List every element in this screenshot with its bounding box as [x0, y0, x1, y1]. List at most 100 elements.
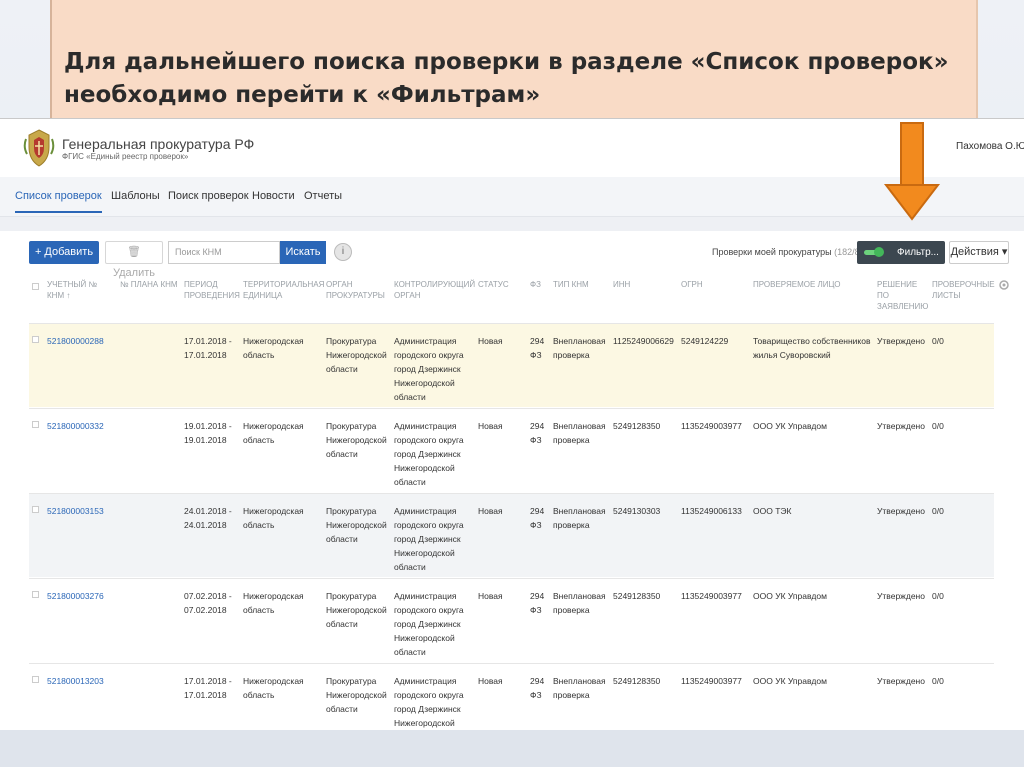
app-screenshot: Генеральная прокуратура РФ ФГИС «Единый …: [0, 118, 1024, 730]
my-checks-text: Проверки моей прокуратуры: [712, 247, 832, 257]
col-header-inn[interactable]: ИНН: [613, 279, 663, 290]
col-header-num[interactable]: Учетный № КНМ ↑: [47, 279, 107, 301]
col-header-status[interactable]: Статус: [478, 279, 518, 290]
cell-period: 07.02.2018 - 07.02.2018: [184, 591, 232, 615]
nav-tab-news[interactable]: Новости: [252, 190, 295, 202]
chevron-down-icon: ▾: [1001, 246, 1008, 258]
gear-icon[interactable]: [998, 279, 1010, 291]
cell-decision: Утверждено: [877, 421, 925, 431]
col-header-fz[interactable]: ФЗ: [530, 279, 550, 290]
table-row[interactable]: 521800000332 19.01.2018 - 19.01.2018 Ниж…: [29, 408, 994, 492]
table-header: Учетный № КНМ ↑ № плана КНМ Период прове…: [29, 279, 995, 321]
add-button[interactable]: + Добавить: [29, 241, 99, 264]
cell-control: Администрация городского округа город Дз…: [394, 506, 464, 572]
user-menu[interactable]: Пахомова О.Ю. ▾: [956, 141, 1024, 152]
nav-tab-reports[interactable]: Отчеты: [304, 190, 342, 202]
cell-person: Товарищество собственников жилья Суворов…: [753, 336, 871, 360]
org-subtitle: ФГИС «Единый реестр проверок»: [62, 152, 189, 161]
cell-control: Администрация городского округа город Дз…: [394, 591, 464, 657]
table-row[interactable]: 521800003276 07.02.2018 - 07.02.2018 Ниж…: [29, 578, 994, 662]
knm-number-link[interactable]: 521800003276: [47, 589, 104, 603]
cell-fz: 294 ФЗ: [530, 421, 545, 445]
cell-prosecutor: Прокуратура Нижегородской области: [326, 336, 387, 374]
cell-fz: 294 ФЗ: [530, 591, 545, 615]
filter-button[interactable]: Фильтр...: [891, 241, 945, 264]
cell-period: 19.01.2018 - 19.01.2018: [184, 421, 232, 445]
col-header-person[interactable]: Проверяемое лицо: [753, 279, 863, 290]
cell-type: Внеплановая проверка: [553, 336, 606, 360]
nav-tab-search[interactable]: Поиск проверок: [168, 190, 249, 202]
cell-prosecutor: Прокуратура Нижегородской области: [326, 591, 387, 629]
nav-tab-check-list[interactable]: Список проверок: [15, 190, 102, 213]
cell-control: Администрация городского округа город Дз…: [394, 421, 464, 487]
cell-sheets: 0/0: [932, 506, 944, 516]
row-checkbox[interactable]: [32, 506, 39, 513]
col-header-plan[interactable]: № плана КНМ: [120, 279, 180, 290]
cell-status: Новая: [478, 336, 503, 346]
cell-decision: Утверждено: [877, 591, 925, 601]
instruction-line-1: Для дальнейшего поиска проверки в раздел…: [64, 49, 949, 75]
col-header-ogrn[interactable]: ОГРН: [681, 279, 731, 290]
cell-inn: 5249130303: [613, 506, 661, 516]
cell-prosecutor: Прокуратура Нижегородской области: [326, 421, 387, 459]
cell-period: 24.01.2018 - 24.01.2018: [184, 506, 232, 530]
cell-person: ООО УК Управдом: [753, 591, 827, 601]
knm-number-link[interactable]: 521800000332: [47, 419, 104, 433]
cell-type: Внеплановая проверка: [553, 506, 606, 530]
instruction-text: Для дальнейшего поиска проверки в раздел…: [64, 46, 964, 112]
org-title: Генеральная прокуратура РФ: [62, 136, 255, 152]
my-checks-toggle[interactable]: [857, 241, 891, 264]
cell-type: Внеплановая проверка: [553, 421, 606, 445]
app-header: Генеральная прокуратура РФ ФГИС «Единый …: [0, 119, 1024, 177]
delete-label: Удалить: [113, 267, 155, 279]
col-header-decision[interactable]: Решение по заявлению: [877, 279, 928, 312]
col-header-sheets[interactable]: Проверочные листы: [932, 279, 995, 301]
cell-control: Администрация городского округа город Дз…: [394, 676, 464, 728]
cell-period: 17.01.2018 - 17.01.2018: [184, 336, 232, 360]
cell-ogrn: 1135249003977: [681, 676, 742, 686]
slide-footer-band: [0, 728, 1024, 767]
row-checkbox[interactable]: [32, 676, 39, 683]
delete-button[interactable]: 🗑 Удалить: [105, 241, 163, 279]
cell-sheets: 0/0: [932, 336, 944, 346]
cell-ogrn: 1135249006133: [681, 506, 742, 516]
cell-fz: 294 ФЗ: [530, 336, 545, 360]
user-name: Пахомова О.Ю.: [956, 141, 1024, 152]
cell-prosecutor: Прокуратура Нижегородской области: [326, 506, 387, 544]
cell-sheets: 0/0: [932, 421, 944, 431]
cell-ogrn: 1135249003977: [681, 591, 742, 601]
table-row[interactable]: 521800000288 17.01.2018 - 17.01.2018 Ниж…: [29, 323, 994, 407]
cell-type: Внеплановая проверка: [553, 591, 606, 615]
knm-number-link[interactable]: 521800003153: [47, 504, 104, 518]
col-header-prosecutor[interactable]: Орган прокуратуры: [326, 279, 388, 301]
cell-status: Новая: [478, 676, 503, 686]
section-divider: [0, 217, 1024, 231]
row-checkbox[interactable]: [32, 336, 39, 343]
info-icon[interactable]: i: [334, 243, 352, 261]
select-all-checkbox[interactable]: [32, 283, 39, 290]
knm-number-link[interactable]: 521800013203: [47, 674, 104, 688]
col-header-control[interactable]: Контролирующий орган: [394, 279, 475, 301]
search-button[interactable]: Искать: [280, 241, 326, 264]
cell-fz: 294 ФЗ: [530, 676, 545, 700]
cell-territory: Нижегородская область: [243, 591, 304, 615]
cell-territory: Нижегородская область: [243, 421, 304, 445]
nav-tab-templates[interactable]: Шаблоны: [111, 190, 160, 202]
knm-number-link[interactable]: 521800000288: [47, 334, 104, 348]
search-input[interactable]: Поиск КНМ: [168, 241, 280, 264]
actions-dropdown[interactable]: Действия ▾: [949, 241, 1009, 264]
table-row[interactable]: 521800013203 17.01.2018 - 17.01.2018 Ниж…: [29, 663, 994, 730]
row-checkbox[interactable]: [32, 591, 39, 598]
toggle-knob: [874, 247, 884, 257]
col-header-type[interactable]: Тип КНМ: [553, 279, 603, 290]
row-checkbox[interactable]: [32, 421, 39, 428]
table-row[interactable]: 521800003153 24.01.2018 - 24.01.2018 Ниж…: [29, 493, 994, 577]
col-header-period[interactable]: Период проведения: [184, 279, 240, 301]
col-header-territory[interactable]: Территориальная единица: [243, 279, 324, 301]
cell-territory: Нижегородская область: [243, 676, 304, 700]
cell-status: Новая: [478, 506, 503, 516]
cell-decision: Утверждено: [877, 506, 925, 516]
cell-control: Администрация городского округа город Дз…: [394, 336, 464, 402]
cell-period: 17.01.2018 - 17.01.2018: [184, 676, 232, 700]
actions-label: Действия: [950, 246, 999, 258]
